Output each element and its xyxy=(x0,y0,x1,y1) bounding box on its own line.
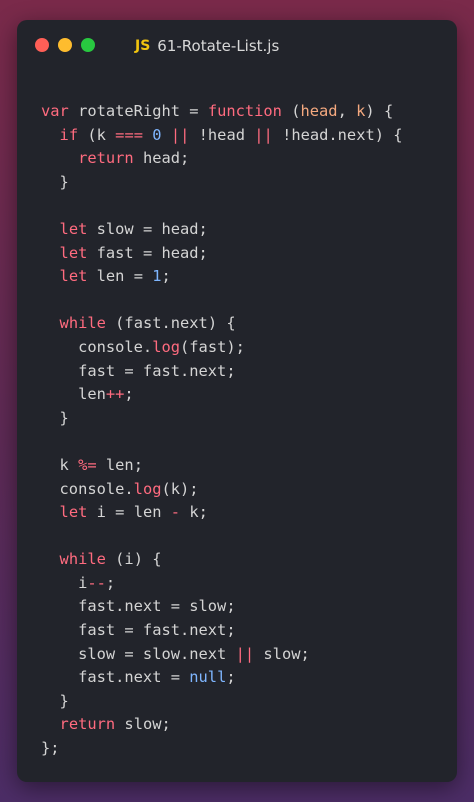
code-line: fast.next = slow; xyxy=(41,597,236,616)
code-line: fast.next = null; xyxy=(41,668,236,687)
code-line: let len = 1; xyxy=(59,267,171,286)
code-line: fast = fast.next; xyxy=(41,361,236,380)
javascript-file-icon: JS xyxy=(135,38,151,54)
code-line: return head; xyxy=(78,149,190,168)
code-line: } xyxy=(41,172,69,191)
code-line: i--; xyxy=(41,573,116,592)
maximize-window-button[interactable] xyxy=(81,38,95,52)
code-window: JS 61-Rotate-List.js var rotateRight = f… xyxy=(17,20,457,782)
file-tab[interactable]: JS 61-Rotate-List.js xyxy=(135,35,279,57)
minimize-window-button[interactable] xyxy=(58,38,72,52)
code-editor[interactable]: var rotateRight = function (head, k) { i… xyxy=(41,100,449,761)
code-line: fast = fast.next; xyxy=(41,621,236,640)
code-line: } xyxy=(41,408,69,427)
file-tab-title: 61-Rotate-List.js xyxy=(157,37,280,55)
code-line: } xyxy=(41,691,69,710)
code-line: k %= len; xyxy=(41,455,143,474)
code-line: var rotateRight = function (head, k) { xyxy=(41,102,394,120)
code-line: let fast = head; xyxy=(59,243,208,262)
code-line: }; xyxy=(41,739,60,758)
code-line: return slow; xyxy=(59,715,171,734)
code-line: console.log(fast); xyxy=(41,337,245,356)
code-line: while (i) { xyxy=(59,550,162,569)
code-line: let i = len - k; xyxy=(59,503,208,522)
code-line: console.log(k); xyxy=(41,479,199,498)
code-line: while (fast.next) { xyxy=(59,314,236,333)
close-window-button[interactable] xyxy=(35,38,49,52)
code-line: if (k === 0 || !head || !head.next) { xyxy=(59,125,403,144)
code-line: slow = slow.next || slow; xyxy=(41,644,310,663)
code-line: len++; xyxy=(41,385,134,404)
code-line: let slow = head; xyxy=(59,219,208,238)
